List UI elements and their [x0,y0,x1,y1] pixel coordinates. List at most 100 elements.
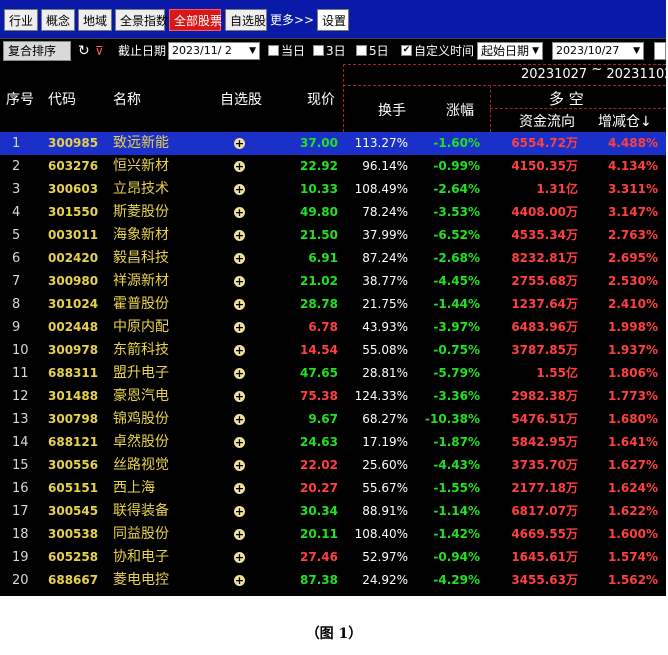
add-watchlist-icon[interactable]: + [234,385,248,408]
stock-name: 锦鸡股份 [113,411,169,427]
clear-filter-icon[interactable]: ⊽ [95,42,104,60]
extra-control[interactable] [654,42,666,60]
fund-flow-value: 3735.70万 [511,458,578,472]
table-row[interactable]: 16 605151 西上海 +20.27 55.67% -1.55% 2177.18万 1.6… [0,477,666,500]
table-row[interactable]: 2 603276 恒兴新材 +22.92 96.14% -0.99% 4150.35万 4.1… [0,155,666,178]
add-watchlist-icon[interactable]: + [234,431,248,454]
table-row[interactable]: 3 300603 立昂技术 +10.33 108.49% -2.64% 1.31亿 3.311… [0,178,666,201]
add-watchlist-icon[interactable]: + [234,155,248,178]
end-date-picker[interactable]: 2023/11/ 2 ▼ [168,42,260,60]
checkbox-3day[interactable] [313,45,324,56]
stock-code: 002420 [48,251,99,265]
table-row[interactable]: 18 300538 同益股份 +20.11 108.40% -1.42% 4669.55万 1… [0,523,666,546]
row-no: 16 [12,481,29,496]
col-increase[interactable]: 增减仓↓ [598,111,652,131]
stock-code: 300978 [48,343,99,357]
chevron-down-icon: ▼ [249,46,256,56]
increase-value: 1.998% [608,320,658,334]
table-row[interactable]: 1 300985 致远新能 +37.00 113.27% -1.60% 6554.72万 4.… [0,132,666,155]
add-watchlist-icon[interactable]: + [234,339,248,362]
change-value: -1.42% [433,527,480,541]
increase-value: 1.937% [608,343,658,357]
table-row[interactable]: 11 688311 盟升电子 +47.65 28.81% -5.79% 1.55亿 1.806… [0,362,666,385]
add-watchlist-icon[interactable]: + [234,224,248,247]
start-date-select[interactable]: 起始日期 ▼ [477,42,543,60]
add-watchlist-icon[interactable]: + [234,201,248,224]
stock-price: 30.34 [300,504,338,518]
col-no[interactable]: 序号 [6,89,34,109]
stock-price: 22.02 [300,458,338,472]
add-watchlist-icon[interactable]: + [234,132,248,155]
add-watchlist-icon[interactable]: + [234,500,248,523]
col-watchlist[interactable]: 自选股 [220,89,262,109]
table-row[interactable]: 10 300978 东箭科技 +14.54 55.08% -0.75% 3787.85万 1.… [0,339,666,362]
stock-code: 605151 [48,481,99,495]
reset-sort-button[interactable]: 复合排序 [3,41,71,61]
more-link[interactable]: 更多>> [270,9,314,31]
refresh-icon[interactable]: ↻ [78,42,90,60]
add-watchlist-icon[interactable]: + [234,247,248,270]
table-row[interactable]: 13 300798 锦鸡股份 +9.67 68.27% -10.38% 5476.51万 1.… [0,408,666,431]
stock-code: 301550 [48,205,99,219]
table-row[interactable]: 8 301024 霍普股份 +28.78 21.75% -1.44% 1237.64万 2.4… [0,293,666,316]
checkbox-today[interactable] [268,45,279,56]
col-turnover[interactable]: 换手 [378,100,406,120]
col-code[interactable]: 代码 [48,89,76,109]
add-watchlist-icon[interactable]: + [234,316,248,339]
increase-value: 1.773% [608,389,658,403]
col-change[interactable]: 涨幅 [446,100,474,120]
add-watchlist-icon[interactable]: + [234,454,248,477]
tab-watchlist[interactable]: 自选股 [225,9,267,31]
table-row[interactable]: 9 002448 中原内配 +6.78 43.93% -3.97% 6483.96万 1.99… [0,316,666,339]
table-row[interactable]: 7 300980 祥源新材 +21.02 38.77% -4.45% 2755.68万 2.5… [0,270,666,293]
add-watchlist-icon[interactable]: + [234,270,248,293]
tab-industry[interactable]: 行业 [4,9,38,31]
table-row[interactable]: 20 688667 菱电电控 +87.38 24.92% -4.29% 3455.63万 1.… [0,569,666,592]
table-row[interactable]: 19 605258 协和电子 +27.46 52.97% -0.94% 1645.61万 1.… [0,546,666,569]
stock-code: 688311 [48,366,99,380]
col-name[interactable]: 名称 [113,89,141,109]
table-row[interactable]: 14 688121 卓然股份 +24.63 17.19% -1.87% 5842.95万 1.… [0,431,666,454]
table-row[interactable]: 4 301550 斯菱股份 +49.80 78.24% -3.53% 4408.00万 3.1… [0,201,666,224]
stock-price: 24.63 [300,435,338,449]
fund-flow-value: 4408.00万 [511,205,578,219]
add-watchlist-icon[interactable]: + [234,546,248,569]
table-row[interactable]: 5 003011 海象新材 +21.50 37.99% -6.52% 4535.34万 2.7… [0,224,666,247]
settings-button[interactable]: 设置 [317,9,349,31]
col-fund-flow[interactable]: 资金流向 [519,111,575,131]
stock-name: 致远新能 [113,135,169,151]
fund-flow-value: 6817.07万 [511,504,578,518]
table-row[interactable]: 12 301488 豪恩汽电 +75.38 124.33% -3.36% 2982.38万 1… [0,385,666,408]
turnover-value: 17.19% [362,435,408,449]
stock-price: 20.11 [300,527,338,541]
row-no: 18 [12,527,29,542]
checkbox-5day[interactable] [356,45,367,56]
checkbox-custom-time[interactable]: ✔ [401,45,412,56]
add-watchlist-icon[interactable]: + [234,408,248,431]
change-value: -0.94% [433,550,480,564]
tab-region[interactable]: 地域 [78,9,112,31]
increase-value: 3.147% [608,205,658,219]
increase-value: 1.622% [608,504,658,518]
fund-flow-value: 4150.35万 [511,159,578,173]
increase-value: 3.311% [608,182,658,196]
table-row[interactable]: 17 300545 联得装备 +30.34 88.91% -1.14% 6817.07万 1.… [0,500,666,523]
turnover-value: 55.67% [362,481,408,495]
tab-concept[interactable]: 概念 [41,9,75,31]
stock-code: 300556 [48,458,99,472]
tab-panorama-index[interactable]: 全景指数 [115,9,168,31]
table-row[interactable]: 6 002420 毅昌科技 +6.91 87.24% -2.68% 8232.81万 2.69… [0,247,666,270]
table-row[interactable]: 15 300556 丝路视觉 +22.02 25.60% -4.43% 3735.70万 1.… [0,454,666,477]
add-watchlist-icon[interactable]: + [234,569,248,592]
col-price[interactable]: 现价 [307,89,335,109]
add-watchlist-icon[interactable]: + [234,178,248,201]
add-watchlist-icon[interactable]: + [234,362,248,385]
stock-price: 20.27 [300,481,338,495]
tab-all-stocks[interactable]: 全部股票 [169,9,222,31]
start-date-picker[interactable]: 2023/10/27 ▼ [552,42,644,60]
stock-code: 300603 [48,182,99,196]
add-watchlist-icon[interactable]: + [234,477,248,500]
add-watchlist-icon[interactable]: + [234,293,248,316]
add-watchlist-icon[interactable]: + [234,523,248,546]
fund-flow-value: 8232.81万 [511,251,578,265]
